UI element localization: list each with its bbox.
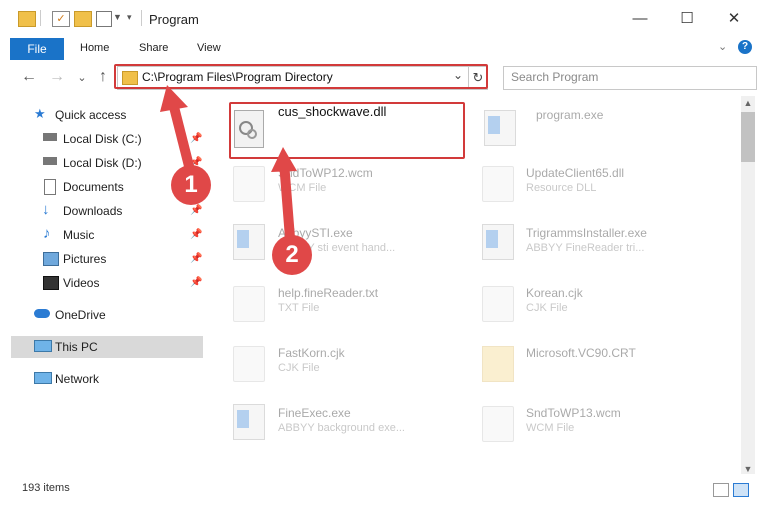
step-badge-1: 1: [171, 165, 211, 205]
annotation-arrows: [160, 85, 297, 243]
step-badge-2: 2: [272, 235, 312, 275]
arrow-1-head: [160, 85, 188, 112]
arrow-2-head: [271, 147, 297, 172]
arrow-1-shaft: [168, 98, 195, 175]
arrow-2-shaft: [279, 157, 295, 243]
